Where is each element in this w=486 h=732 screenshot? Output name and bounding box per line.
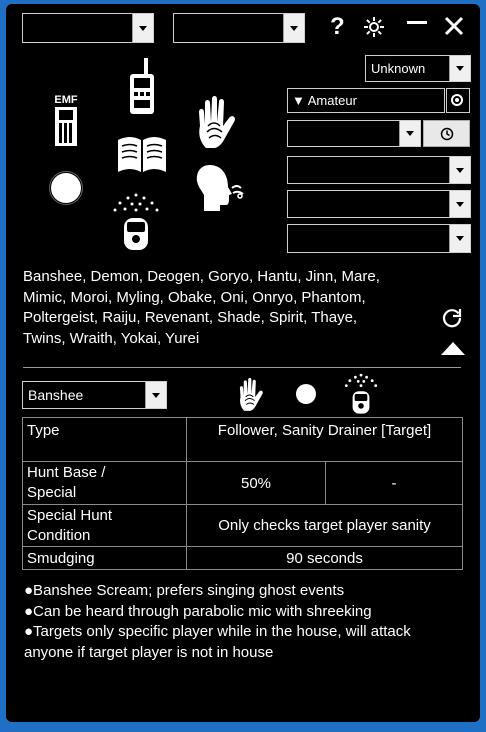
chevron-down-icon[interactable]	[132, 14, 153, 42]
note-item: ●Targets only specific player while in t…	[24, 623, 411, 661]
difficulty-toggle[interactable]	[446, 88, 470, 113]
smudging-value: 90 seconds	[186, 546, 463, 570]
fingerprints-icon[interactable]	[196, 96, 240, 150]
special-hunt-label: Special Hunt Condition	[22, 504, 187, 547]
radio-icon	[451, 94, 463, 106]
hunt-label-line: Special	[27, 484, 77, 501]
ghost-list-line: Mimic, Moroi, Myling, Obake, Oni, Onryo,…	[23, 288, 366, 306]
table-row: Smudging 90 seconds	[22, 546, 463, 570]
clock-icon	[440, 127, 453, 140]
hunt-label-line: Hunt Base /	[27, 464, 106, 481]
gear-icon[interactable]	[363, 16, 385, 38]
dots-projector-icon[interactable]	[111, 192, 161, 252]
dots-projector-icon	[342, 373, 380, 415]
ghost-select[interactable]: Banshee	[22, 381, 167, 409]
hunt-special-value: -	[325, 461, 463, 505]
type-label: Type	[22, 417, 187, 462]
ghost-orb-icon	[295, 383, 317, 405]
ghost-list-line: Poltergeist, Raiju, Revenant, Shade, Spi…	[23, 309, 358, 326]
ghost-list-line: Banshee, Demon, Deogen, Goryo, Hantu, Ji…	[23, 268, 380, 285]
timer-combo[interactable]	[287, 120, 421, 147]
top-combo-2[interactable]	[173, 13, 305, 43]
collapse-up-icon[interactable]	[441, 341, 465, 355]
ghost-orb-icon[interactable]	[49, 171, 83, 205]
chevron-down-icon[interactable]	[399, 121, 420, 146]
special-hunt-label-line: Condition	[27, 526, 91, 544]
minimize-icon[interactable]	[407, 21, 427, 24]
close-icon[interactable]	[444, 16, 464, 36]
fingerprints-icon	[238, 377, 266, 413]
divider	[23, 367, 461, 368]
timer-button[interactable]	[423, 120, 470, 147]
chevron-down-icon[interactable]	[283, 14, 304, 42]
right-combo-a[interactable]	[287, 156, 471, 184]
chevron-down-icon[interactable]	[449, 157, 470, 183]
ghost-writing-icon[interactable]	[116, 134, 168, 174]
chevron-down-icon[interactable]	[449, 225, 470, 252]
special-hunt-value: Only checks target player sanity	[186, 504, 463, 547]
ghost-select-value: Banshee	[28, 387, 84, 403]
ghost-list: Banshee, Demon, Deogen, Goryo, Hantu, Ji…	[23, 267, 423, 349]
difficulty-label: ▼ Amateur	[292, 93, 357, 108]
table-row: Type Follower, Sanity Drainer [Target]	[22, 417, 463, 462]
special-hunt-label-line: Special Hunt	[27, 506, 113, 524]
difficulty-field[interactable]: ▼ Amateur	[287, 88, 445, 113]
freezing-breath-icon[interactable]	[194, 163, 246, 213]
smudging-label: Smudging	[22, 546, 187, 570]
table-row: Special Hunt Condition Only checks targe…	[22, 504, 463, 547]
type-value: Follower, Sanity Drainer [Target]	[186, 417, 463, 462]
top-combo-1[interactable]	[22, 13, 154, 43]
chevron-down-icon[interactable]	[449, 56, 470, 81]
right-combo-c[interactable]	[287, 224, 471, 253]
hunt-base-value: 50%	[186, 461, 326, 505]
emf-icon[interactable]: EMF	[52, 92, 80, 148]
table-row: Hunt Base / Special 50% -	[22, 461, 463, 505]
chevron-down-icon[interactable]	[449, 191, 470, 217]
speed-select[interactable]: Unknown	[365, 55, 471, 82]
spirit-box-icon[interactable]	[128, 58, 156, 116]
note-item: ●Banshee Scream; prefers singing ghost e…	[24, 582, 345, 599]
ghost-list-line: Twins, Wraith, Yokai, Yurei	[23, 329, 200, 347]
hunt-label: Hunt Base / Special	[22, 461, 187, 505]
ghost-info-table: Type Follower, Sanity Drainer [Target] H…	[22, 417, 463, 570]
emf-label: EMF	[54, 94, 78, 106]
speed-select-value: Unknown	[371, 61, 426, 76]
ghost-notes: ●Banshee Scream; prefers singing ghost e…	[24, 581, 464, 663]
right-combo-b[interactable]	[287, 190, 471, 218]
reset-icon[interactable]	[441, 307, 463, 329]
chevron-down-icon[interactable]	[145, 382, 166, 408]
note-item: ●Can be heard through parabolic mic with…	[24, 602, 372, 620]
help-icon[interactable]: ?	[330, 14, 350, 40]
